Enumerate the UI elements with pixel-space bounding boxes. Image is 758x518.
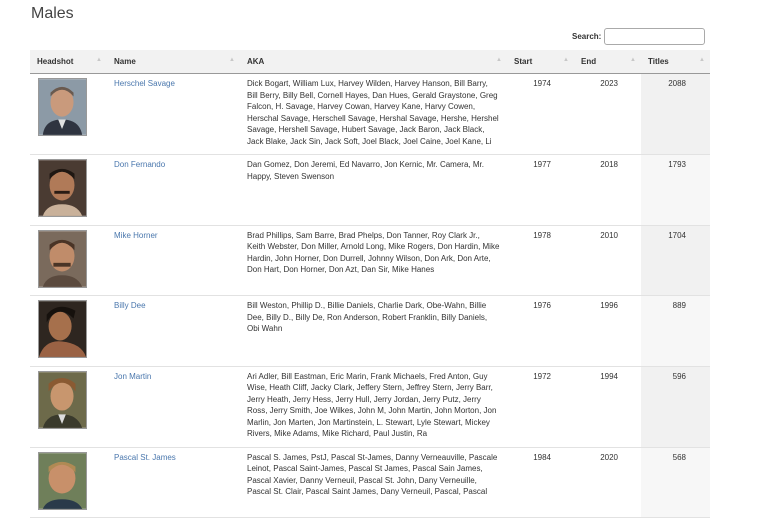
performer-name-link[interactable]: Mike Horner — [114, 231, 158, 240]
aka-cell: Pascal S. James, PstJ, Pascal St-James, … — [240, 447, 507, 518]
males-table: Headshot ▲ Name ▲ AKA ▲ Start ▲ End ▲ Titles ▲… — [30, 50, 710, 518]
headshot-image[interactable] — [38, 78, 87, 136]
aka-cell: Dick Bogart, William Lux, Harvey Wilden,… — [240, 73, 507, 155]
titles-cell: 1793 — [641, 154, 710, 226]
aka-cell: Bill Weston, Phillip D., Billie Daniels,… — [240, 295, 507, 367]
sort-icon: ▲ — [630, 57, 636, 63]
column-header-name[interactable]: Name ▲ — [107, 50, 240, 74]
table-header-row: Headshot ▲ Name ▲ AKA ▲ Start ▲ End ▲ Titles ▲ — [30, 50, 710, 74]
sort-icon: ▲ — [96, 57, 102, 63]
start-cell: 1984 — [507, 447, 574, 518]
headshot-cell — [30, 154, 107, 226]
sort-icon: ▲ — [563, 57, 569, 63]
performer-name-link[interactable]: Billy Dee — [114, 301, 146, 310]
titles-cell: 2088 — [641, 73, 710, 155]
start-cell: 1977 — [507, 154, 574, 226]
performer-name-link[interactable]: Don Fernando — [114, 160, 165, 169]
headshot-cell — [30, 366, 107, 448]
headshot-image[interactable] — [38, 370, 87, 429]
aka-cell: Brad Phillips, Sam Barre, Brad Phelps, D… — [240, 225, 507, 296]
end-cell: 2018 — [574, 154, 641, 226]
headshot-cell — [30, 225, 107, 296]
headshot-image[interactable] — [38, 300, 87, 358]
titles-cell: 889 — [641, 295, 710, 367]
aka-cell: Ari Adler, Bill Eastman, Eric Marin, Fra… — [240, 366, 507, 448]
start-cell: 1978 — [507, 225, 574, 296]
column-header-aka[interactable]: AKA ▲ — [240, 50, 507, 74]
titles-cell: 1704 — [641, 225, 710, 296]
table-row: Jon Martin Ari Adler, Bill Eastman, Eric… — [30, 366, 710, 448]
end-cell: 1994 — [574, 366, 641, 448]
headshot-image[interactable] — [38, 229, 87, 288]
column-header-headshot[interactable]: Headshot ▲ — [30, 50, 107, 74]
headshot-cell — [30, 295, 107, 367]
sort-icon: ▲ — [496, 57, 502, 63]
page-title: Males — [31, 5, 74, 22]
column-header-titles[interactable]: Titles ▲ — [641, 50, 710, 74]
headshot-image[interactable] — [38, 451, 87, 510]
column-header-start[interactable]: Start ▲ — [507, 50, 574, 74]
end-cell: 2023 — [574, 73, 641, 155]
start-cell: 1976 — [507, 295, 574, 367]
titles-cell: 596 — [641, 366, 710, 448]
headshot-cell — [30, 447, 107, 518]
end-cell: 2010 — [574, 225, 641, 296]
performer-name-link[interactable]: Herschel Savage — [114, 79, 175, 88]
start-cell: 1972 — [507, 366, 574, 448]
titles-cell: 568 — [641, 447, 710, 518]
headshot-image[interactable] — [38, 159, 87, 217]
table-row: Don Fernando Dan Gomez, Don Jeremi, Ed N… — [30, 154, 710, 226]
sort-icon: ▲ — [229, 57, 235, 63]
search-label: Search: — [572, 32, 602, 41]
column-header-end[interactable]: End ▲ — [574, 50, 641, 74]
start-cell: 1974 — [507, 73, 574, 155]
headshot-cell — [30, 73, 107, 155]
table-row: Billy Dee Bill Weston, Phillip D., Billi… — [30, 295, 710, 367]
performer-name-link[interactable]: Jon Martin — [114, 372, 151, 381]
aka-cell: Dan Gomez, Don Jeremi, Ed Navarro, Jon K… — [240, 154, 507, 226]
search-input[interactable] — [604, 28, 706, 45]
table-row: Herschel Savage Dick Bogart, William Lux… — [30, 73, 710, 155]
performer-name-link[interactable]: Pascal St. James — [114, 453, 176, 462]
sort-icon: ▲ — [699, 57, 705, 63]
search-box: Search: — [572, 28, 706, 45]
end-cell: 2020 — [574, 447, 641, 518]
table-row: Pascal St. James Pascal S. James, PstJ, … — [30, 447, 710, 518]
end-cell: 1996 — [574, 295, 641, 367]
table-row: Mike Horner Brad Phillips, Sam Barre, Br… — [30, 225, 710, 296]
